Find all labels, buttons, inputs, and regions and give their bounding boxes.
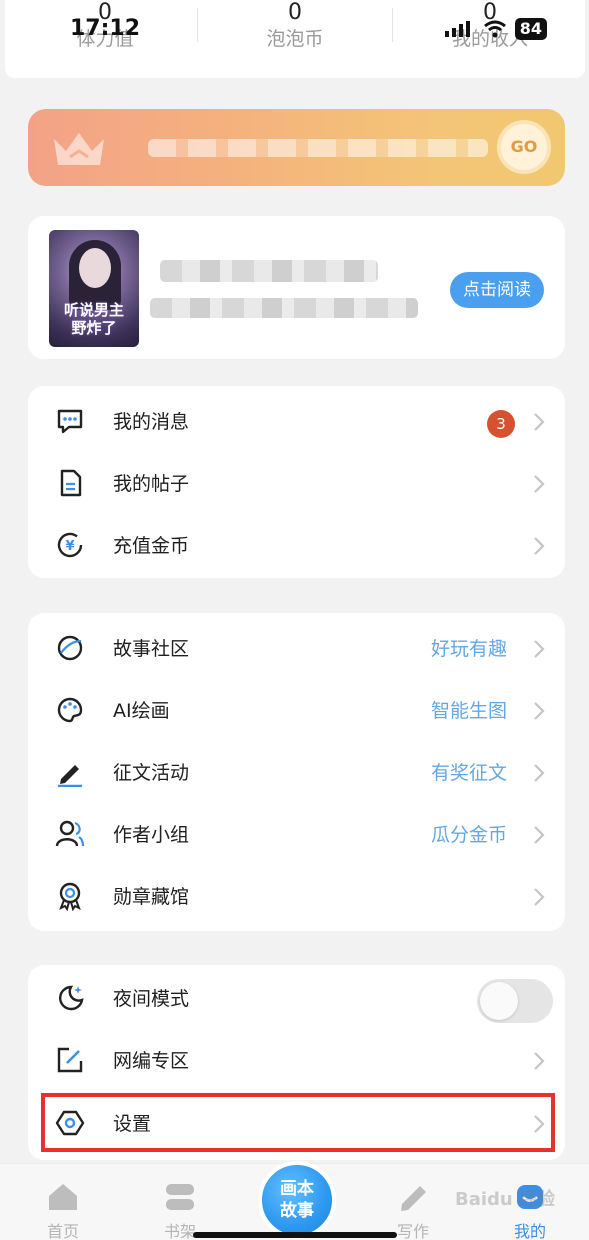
menu-item-label: AI绘画 xyxy=(113,700,170,722)
medal-icon xyxy=(59,882,81,911)
menu-group-community: 故事社区 好玩有趣 AI绘画 智能生图 征文活动 有奖征文 作者小组 瓜分金币 xyxy=(28,613,565,931)
menu-item-posts[interactable]: 我的帖子 xyxy=(28,452,565,514)
watermark: Baidu 经验 xyxy=(455,1189,556,1210)
coin-icon: ¥ xyxy=(57,532,83,558)
menu-item-label: 夜间模式 xyxy=(113,988,190,1010)
menu-item-story-community[interactable]: 故事社区 好玩有趣 xyxy=(28,617,565,679)
document-icon xyxy=(60,469,82,497)
chevron-right-icon xyxy=(534,826,545,844)
chevron-right-icon xyxy=(534,888,545,906)
chevron-right-icon xyxy=(534,640,545,658)
center-button-line-2: 故事 xyxy=(280,1201,314,1221)
crown-icon xyxy=(54,133,104,165)
menu-item-label: 勋章藏馆 xyxy=(113,886,190,908)
menu-group-account: 我的消息 3 我的帖子 ¥ 充值金币 xyxy=(28,386,565,578)
night-mode-toggle[interactable] xyxy=(477,979,553,1023)
edit-square-icon xyxy=(57,1047,83,1073)
book-cover[interactable]: 听说男主 野炸了 xyxy=(49,230,139,347)
stat-bubble-coins-value: 0 xyxy=(288,0,302,25)
write-icon xyxy=(401,1186,426,1211)
menu-item-label: 我的帖子 xyxy=(113,473,190,495)
home-icon xyxy=(49,1184,77,1210)
status-icons: 84 xyxy=(444,18,547,40)
moon-icon xyxy=(59,985,84,1011)
center-button-line-1: 画本 xyxy=(280,1179,314,1199)
menu-item-label: 作者小组 xyxy=(113,824,190,846)
pencil-icon xyxy=(58,765,82,787)
home-indicator xyxy=(193,1232,397,1238)
message-icon xyxy=(57,409,83,434)
story-center-button[interactable]: 画本 故事 xyxy=(258,1161,336,1239)
signal-icon xyxy=(444,21,470,37)
unread-badge: 3 xyxy=(487,410,515,438)
menu-item-label: 充值金币 xyxy=(113,535,190,557)
wifi-icon xyxy=(483,20,506,38)
menu-item-medal-hall[interactable]: 勋章藏馆 xyxy=(28,865,565,927)
menu-item-hint: 有奖征文 xyxy=(430,762,507,784)
divider xyxy=(197,8,198,42)
status-time: 17:12 xyxy=(70,16,141,41)
stat-bubble-coins-label: 泡泡币 xyxy=(266,28,324,50)
menu-item-label: 故事社区 xyxy=(113,638,190,660)
menu-item-night-mode: 夜间模式 xyxy=(28,967,565,1029)
tab-home[interactable]: 首页 xyxy=(33,1182,93,1240)
menu-item-hint: 好玩有趣 xyxy=(430,638,507,660)
divider xyxy=(392,8,393,42)
go-button[interactable]: GO xyxy=(497,120,551,174)
palette-icon xyxy=(57,697,83,723)
menu-item-ai-painting[interactable]: AI绘画 智能生图 xyxy=(28,679,565,741)
chevron-right-icon xyxy=(534,1052,545,1070)
chevron-right-icon xyxy=(534,475,545,493)
menu-item-label: 网编专区 xyxy=(113,1050,190,1072)
menu-item-author-group[interactable]: 作者小组 瓜分金币 xyxy=(28,803,565,865)
vip-banner-text-blurred xyxy=(148,139,488,157)
menu-item-label: 征文活动 xyxy=(113,762,190,784)
menu-item-recharge[interactable]: ¥ 充值金币 xyxy=(28,514,565,576)
settings-highlight-box xyxy=(41,1093,555,1152)
cover-face xyxy=(79,248,111,288)
toggle-knob xyxy=(480,982,518,1020)
svg-text:¥: ¥ xyxy=(65,539,74,554)
bookshelf-icon xyxy=(166,1184,194,1210)
stat-bubble-coins[interactable]: 0 泡泡币 xyxy=(200,0,390,52)
chevron-right-icon xyxy=(534,413,545,431)
chevron-right-icon xyxy=(534,537,545,555)
chevron-right-icon xyxy=(534,702,545,720)
battery-indicator: 84 xyxy=(514,18,547,40)
menu-item-editor-zone[interactable]: 网编专区 xyxy=(28,1029,565,1091)
planet-icon xyxy=(57,635,83,661)
menu-item-label: 我的消息 xyxy=(113,411,190,433)
menu-item-hint: 瓜分金币 xyxy=(430,824,507,846)
tab-label: 我的 xyxy=(513,1222,546,1240)
book-progress-blurred xyxy=(150,298,418,318)
menu-item-writing-contest[interactable]: 征文活动 有奖征文 xyxy=(28,741,565,803)
menu-item-messages[interactable]: 我的消息 3 xyxy=(28,390,565,452)
group-icon xyxy=(55,820,85,847)
menu-item-hint: 智能生图 xyxy=(430,700,507,722)
chevron-right-icon xyxy=(534,764,545,782)
read-button[interactable]: 点击阅读 xyxy=(450,272,544,308)
vip-banner[interactable]: GO xyxy=(28,109,565,186)
book-title-blurred xyxy=(160,260,378,282)
reading-card: 听说男主 野炸了 点击阅读 xyxy=(28,216,565,359)
tab-label: 首页 xyxy=(46,1222,79,1240)
cover-title: 听说男主 野炸了 xyxy=(63,301,124,337)
